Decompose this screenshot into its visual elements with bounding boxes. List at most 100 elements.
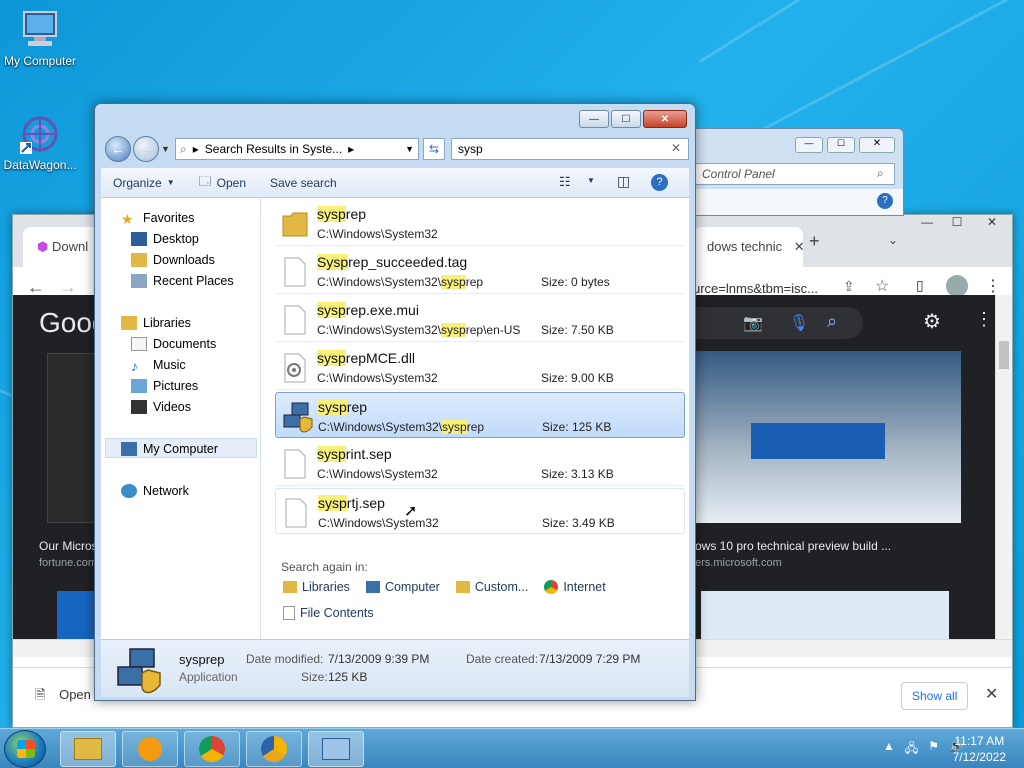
nav-my-computer[interactable]: My Computer	[121, 439, 218, 459]
nav-desktop[interactable]: Desktop	[131, 229, 199, 249]
help-icon[interactable]: ?	[651, 174, 668, 191]
nav-libraries[interactable]: Libraries	[121, 313, 191, 333]
close-button[interactable]: ✕	[972, 215, 1012, 235]
settings-gear-icon[interactable]: ⚙	[923, 309, 941, 334]
explorer-body: ★ Favorites Desktop Downloads Recent Pla…	[101, 198, 689, 639]
breadcrumb[interactable]: Search Results in Syste...	[205, 142, 342, 156]
desktop-icon-datawagon[interactable]: DataWagon...	[0, 112, 80, 172]
taskbar-chrome[interactable]	[184, 731, 240, 767]
result-row-sysprtj-sep[interactable]: sysprtj.sep C:\Windows\System32 Size: 3.…	[275, 488, 685, 534]
vertical-scrollbar[interactable]	[995, 295, 1012, 657]
result-row-sysprep-folder[interactable]: sysprep C:\Windows\System32	[275, 200, 685, 246]
result-row-sysprepmce-dll[interactable]: sysprepMCE.dll C:\Windows\System32 Size:…	[275, 344, 685, 390]
result-row-sysprep-succeeded[interactable]: Sysprep_succeeded.tag C:\Windows\System3…	[275, 248, 685, 294]
close-button[interactable]: ✕	[859, 137, 895, 153]
search-input[interactable]	[451, 138, 689, 160]
nav-documents[interactable]: Documents	[131, 334, 216, 354]
organize-button[interactable]: Organize ▼	[101, 171, 187, 195]
wallpaper-streak	[739, 0, 1024, 143]
minimize-button[interactable]: —	[795, 137, 823, 153]
details-size-value: 125 KB	[328, 670, 368, 684]
side-panel-icon[interactable]: ▯	[916, 277, 924, 294]
forward-arrow-icon: →	[139, 141, 153, 157]
microphone-icon[interactable]: 🎙	[789, 313, 809, 333]
cp-address-field[interactable]: Control Panel	[695, 163, 895, 185]
search-icon[interactable]: ⌕	[877, 166, 884, 181]
action-center-icon[interactable]: ⚑	[928, 739, 939, 760]
nav-network[interactable]: Network	[121, 481, 189, 501]
taskbar-media-player[interactable]	[122, 731, 178, 767]
search-again-custom[interactable]: Custom...	[455, 580, 528, 594]
apps-grid-icon[interactable]: ⋮⋮	[975, 309, 995, 330]
open-button[interactable]: 🗔 Open	[187, 171, 258, 195]
search-results-list: sysprep C:\Windows\System32 Sysprep_succ…	[269, 198, 693, 639]
forward-button[interactable]: →	[133, 136, 159, 162]
result-title[interactable]: ows 10 pro technical preview build ...	[695, 539, 891, 553]
tab-close-icon[interactable]: ✕	[794, 239, 803, 254]
search-again-computer[interactable]: Computer	[365, 580, 440, 594]
url-text[interactable]: urce=lnms&tbm=isc...	[693, 281, 818, 296]
result-row-sysprep-exe-selected[interactable]: sysprep C:\Windows\System32\sysprep Size…	[275, 392, 685, 438]
desktop-icon-my-computer[interactable]: My Computer	[0, 8, 80, 68]
address-dropdown-icon[interactable]: ▼	[405, 144, 414, 154]
close-download-bar-icon[interactable]: ✕	[985, 684, 998, 704]
name-rest: rtj.sep	[346, 495, 385, 511]
minimize-button[interactable]: —	[912, 215, 942, 235]
view-chevron-icon[interactable]: ▼	[587, 176, 595, 185]
minimize-button[interactable]: —	[579, 110, 609, 128]
preview-pane-icon[interactable]: ◫	[617, 173, 630, 190]
clear-search-icon[interactable]: ✕	[671, 141, 681, 155]
refresh-button[interactable]: ⇆	[423, 138, 445, 160]
nav-pictures[interactable]: Pictures	[131, 376, 198, 396]
file-size: Size: 7.50 KB	[541, 323, 614, 337]
image-result-thumbnail[interactable]	[47, 353, 97, 523]
image-result-thumbnail[interactable]	[695, 351, 961, 523]
clock[interactable]: 11:17 AM 7/12/2022	[953, 733, 1006, 765]
taskbar-chrome-alt[interactable]	[246, 731, 302, 767]
network-tray-icon[interactable]: 🖧	[905, 739, 918, 760]
recent-pages-chevron-icon[interactable]: ▼	[161, 144, 170, 154]
control-panel-window[interactable]: — ☐ ✕ Control Panel ⌕ ?	[690, 128, 904, 216]
nav-music[interactable]: ♪ Music	[131, 355, 186, 375]
maximize-button[interactable]: ☐	[827, 137, 855, 153]
file-icon	[282, 497, 310, 529]
taskbar-control-panel[interactable]	[308, 731, 364, 767]
tab-search-chevron-icon[interactable]: ⌄	[888, 233, 898, 247]
download-item[interactable]: 🗎 Open	[35, 686, 91, 708]
new-tab-button[interactable]: +	[809, 231, 820, 252]
view-options-icon[interactable]: ☷	[559, 174, 571, 190]
share-icon[interactable]: ⇪	[843, 278, 855, 295]
camera-icon[interactable]: 📷	[743, 313, 763, 333]
save-search-button[interactable]: Save search	[258, 171, 349, 195]
result-row-sysprint-sep[interactable]: sysprint.sep C:\Windows\System32 Size: 3…	[275, 440, 685, 486]
google-search-box[interactable]	[693, 307, 863, 339]
back-button[interactable]: ←	[105, 136, 131, 162]
path-rest: rep	[465, 275, 484, 289]
bookmark-star-icon[interactable]: ☆	[875, 276, 889, 296]
maximize-button[interactable]: ☐	[942, 215, 972, 235]
search-again-libraries[interactable]: Libraries	[283, 580, 350, 594]
search-again-file-contents[interactable]: File Contents	[283, 606, 374, 620]
maximize-button[interactable]: ☐	[611, 110, 641, 128]
start-button[interactable]	[4, 730, 46, 768]
nav-videos[interactable]: Videos	[131, 397, 191, 417]
result-title[interactable]: Our Micros	[39, 539, 98, 553]
help-icon[interactable]: ?	[877, 193, 893, 209]
nav-recent-places[interactable]: Recent Places	[131, 271, 234, 291]
search-icon[interactable]: ⌕	[827, 311, 837, 332]
chrome-tab-2[interactable]: dows technic ✕	[693, 227, 803, 267]
search-again-internet[interactable]: Internet	[544, 580, 606, 594]
nav-downloads[interactable]: Downloads	[131, 250, 215, 270]
name-match: sysp	[318, 495, 347, 511]
chrome-menu-icon[interactable]: ⋮	[985, 276, 1001, 296]
explorer-window[interactable]: — ☐ ✕ ← → ▼ ⌕ ▸ Search Results in Syste.…	[94, 103, 696, 701]
show-hidden-icons-icon[interactable]: ▲	[883, 739, 895, 760]
nav-favorites[interactable]: ★ Favorites	[121, 208, 194, 228]
taskbar-explorer[interactable]	[60, 731, 116, 767]
scrollbar-thumb[interactable]	[999, 341, 1009, 369]
result-row-sysprep-exe-mui[interactable]: sysprep.exe.mui C:\Windows\System32\sysp…	[275, 296, 685, 342]
close-button[interactable]: ✕	[643, 110, 687, 128]
show-all-button[interactable]: Show all	[901, 682, 969, 710]
address-bar[interactable]: ⌕ ▸ Search Results in Syste... ▸ ▼	[175, 138, 419, 160]
profile-avatar-icon[interactable]	[946, 275, 968, 297]
